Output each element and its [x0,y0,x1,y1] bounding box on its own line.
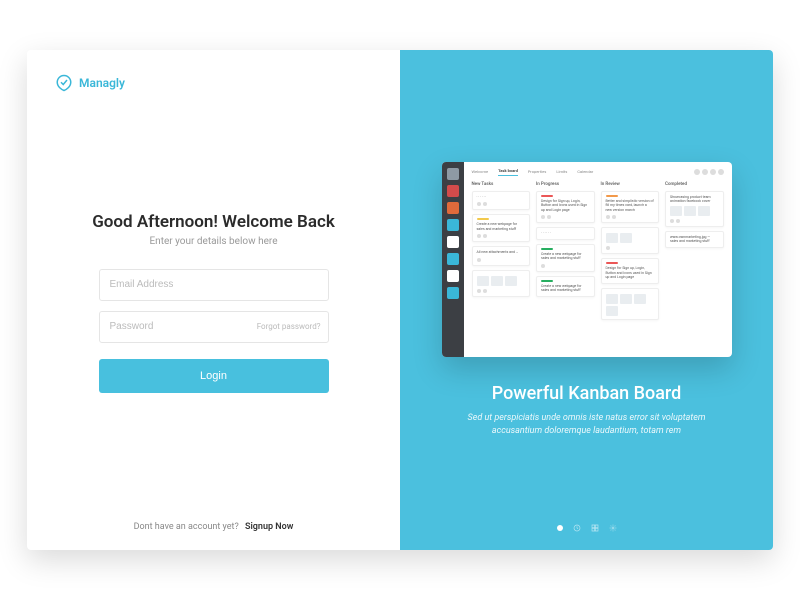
promo-tab: Properties [528,169,546,174]
promo-panel: Welcome Task board Properties Limits Cal… [400,50,773,550]
promo-col: In Progress Design for Sign up, Login, B… [536,182,595,324]
promo-board: Welcome Task board Properties Limits Cal… [464,162,732,357]
promo-card: Create a new webpage for sales and marke… [536,244,595,272]
signup-line: Dont have an account yet? Signup Now [55,522,372,532]
login-card: Managly Good Afternoon! Welcome Back Ent… [27,50,773,550]
login-button[interactable]: Login [99,359,329,393]
slide-dot-icon[interactable] [609,524,617,532]
rail-icon [447,236,459,248]
promo-col-title: New Tasks [472,182,531,187]
promo-title: Powerful Kanban Board [492,383,682,404]
promo-card [601,288,660,320]
rail-icon [447,202,459,214]
promo-desc: Sed ut perspiciatis unde omnis iste natu… [457,412,717,439]
slide-dots [557,524,617,532]
signup-link[interactable]: Signup Now [245,522,293,532]
promo-tab: Calendar [577,169,593,174]
promo-card: Create a new webpage for sales and marke… [472,214,531,242]
login-panel: Managly Good Afternoon! Welcome Back Ent… [27,50,400,550]
slide-dot[interactable] [557,525,563,531]
promo-card: · · · · · · [536,227,595,240]
signup-prompt: Dont have an account yet? [134,522,239,532]
promo-tab: Task board [498,168,518,176]
promo-col-title: In Progress [536,182,595,187]
login-form-wrap: Good Afternoon! Welcome Back Enter your … [55,82,372,522]
promo-card: Showcasing product team animation facebo… [665,191,724,227]
promo-rail [442,162,464,357]
login-subheading: Enter your details below here [149,236,277,247]
promo-card: Design for Sign up, Login, Button and Ic… [536,191,595,224]
login-heading: Good Afternoon! Welcome Back [92,212,335,232]
promo-col: In Review Better and simplistic version … [601,182,660,324]
promo-card: www.ownmarketing.jpg — sales and marketi… [665,231,724,248]
login-form: Forgot password? Login [99,269,329,393]
promo-screenshot: Welcome Task board Properties Limits Cal… [442,162,732,357]
promo-tabs: Welcome Task board Properties Limits Cal… [472,168,724,176]
rail-icon [447,168,459,180]
promo-card: Design for Sign up, Login, Button and Ic… [601,258,660,284]
rail-icon [447,185,459,197]
promo-card [601,227,660,254]
promo-card: All new attachments and … [472,246,531,266]
promo-card [472,270,531,297]
promo-card: Better and simplistic version of fill my… [601,191,660,224]
rail-icon [447,270,459,282]
promo-col-title: In Review [601,182,660,187]
slide-dot-icon[interactable] [591,524,599,532]
password-row: Forgot password? [99,311,329,353]
promo-avatars [694,169,724,175]
email-field[interactable] [99,269,329,301]
promo-tab: Limits [556,169,567,174]
rail-icon [447,287,459,299]
promo-card: · · · · · · [472,191,531,211]
rail-icon [447,219,459,231]
promo-card: Create a new webpage for sales and marke… [536,276,595,297]
rail-icon [447,253,459,265]
forgot-password-link[interactable]: Forgot password? [257,311,321,343]
promo-col: Completed Showcasing product team animat… [665,182,724,324]
promo-columns: New Tasks · · · · · · Create a new webpa… [472,182,724,324]
promo-tab: Welcome [472,169,489,174]
promo-col: New Tasks · · · · · · Create a new webpa… [472,182,531,324]
slide-dot-icon[interactable] [573,524,581,532]
promo-col-title: Completed [665,182,724,187]
